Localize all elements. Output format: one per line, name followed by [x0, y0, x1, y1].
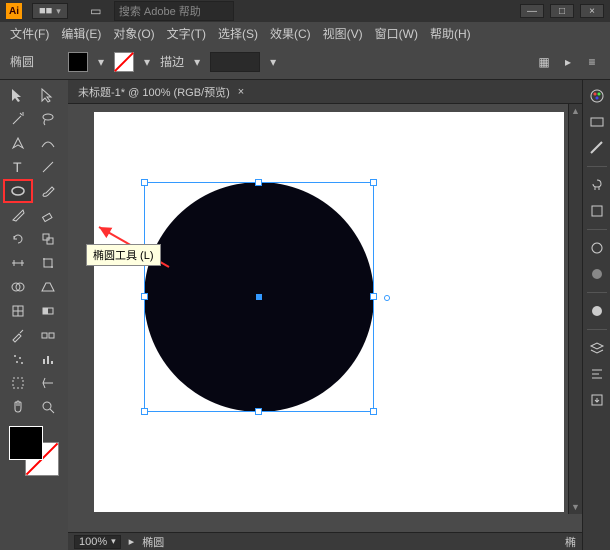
symbols-panel-icon[interactable] [587, 175, 607, 195]
shape-builder-tool[interactable] [4, 276, 32, 298]
line-tool[interactable] [34, 156, 62, 178]
stroke-style-input[interactable] [210, 52, 260, 72]
tool-panel: T [0, 80, 68, 550]
handle-mid-right[interactable] [370, 293, 377, 300]
tab-close-icon[interactable]: × [238, 86, 244, 98]
graphic-styles-panel-icon[interactable] [587, 264, 607, 284]
swatches-panel-icon[interactable] [587, 112, 607, 132]
blend-tool[interactable] [34, 324, 62, 346]
handle-top-right[interactable] [370, 179, 377, 186]
menu-select[interactable]: 选择(S) [214, 23, 262, 44]
free-transform-tool[interactable] [34, 252, 62, 274]
vertical-scrollbar[interactable] [568, 104, 582, 514]
artboard[interactable] [94, 112, 564, 512]
slice-tool[interactable] [34, 372, 62, 394]
nav-arrow-icon[interactable]: ▸ [129, 535, 135, 548]
stroke-label: 描边 [160, 53, 184, 70]
minimize-button[interactable]: — [520, 4, 544, 18]
handle-bot-left[interactable] [141, 408, 148, 415]
app-logo: Ai [6, 3, 22, 19]
paintbrush-tool[interactable] [34, 180, 62, 202]
fill-dd-arrow[interactable]: ▾ [98, 55, 104, 69]
status-tool-label: 椭圆 [142, 534, 164, 550]
width-tool[interactable] [4, 252, 32, 274]
eyedropper-tool[interactable] [4, 324, 32, 346]
handle-bot-right[interactable] [370, 408, 377, 415]
maximize-button[interactable]: □ [550, 4, 574, 18]
magic-wand-tool[interactable] [4, 108, 32, 130]
status-bar: 100% ▸ 椭圆 椭 [68, 532, 582, 550]
selection-tool[interactable] [4, 84, 32, 106]
asset-export-panel-icon[interactable] [587, 390, 607, 410]
zoom-dropdown[interactable]: 100% [74, 535, 121, 549]
menu-type[interactable]: 文字(T) [163, 23, 210, 44]
rotate-tool[interactable] [4, 228, 32, 250]
symbol-sprayer-tool[interactable] [4, 348, 32, 370]
curvature-tool[interactable] [34, 132, 62, 154]
stroke-swatch-none[interactable] [114, 52, 134, 72]
stroke-style-dd[interactable]: ▾ [270, 55, 276, 69]
fill-stroke-control[interactable] [9, 426, 59, 476]
menu-view[interactable]: 视图(V) [319, 23, 367, 44]
artboard-tool[interactable] [4, 372, 32, 394]
tool-name-label: 椭圆 [10, 53, 34, 70]
menu-effect[interactable]: 效果(C) [266, 23, 315, 44]
align-panel-icon[interactable] [587, 364, 607, 384]
workspace-dropdown[interactable]: ■■ [32, 3, 68, 19]
scale-tool[interactable] [34, 228, 62, 250]
stroke-dd-arrow[interactable]: ▾ [144, 55, 150, 69]
close-button[interactable]: × [580, 4, 604, 18]
ellipse-tool[interactable] [4, 180, 32, 202]
more-icon[interactable]: ≡ [584, 54, 600, 70]
menu-file[interactable]: 文件(F) [6, 23, 53, 44]
svg-text:T: T [13, 159, 22, 175]
center-point[interactable] [256, 294, 262, 300]
menu-bar: 文件(F) 编辑(E) 对象(O) 文字(T) 选择(S) 效果(C) 视图(V… [0, 22, 610, 44]
menu-help[interactable]: 帮助(H) [426, 23, 475, 44]
menu-object[interactable]: 对象(O) [109, 23, 158, 44]
zoom-tool[interactable] [34, 396, 62, 418]
appearance-panel-icon[interactable] [587, 238, 607, 258]
stroke-width-dd[interactable]: ▾ [194, 55, 200, 69]
status-right-label: 椭 [565, 534, 576, 550]
grid-icon[interactable]: ▦ [536, 54, 552, 70]
color-panel-icon[interactable] [587, 86, 607, 106]
handle-bot-mid[interactable] [255, 408, 262, 415]
eraser-tool[interactable] [34, 204, 62, 226]
search-input[interactable]: 搜索 Adobe 帮助 [114, 1, 234, 21]
options-bar: 椭圆 ▾ ▾ 描边 ▾ ▾ ▦ ▸ ≡ [0, 44, 610, 80]
layers-panel-icon[interactable] [587, 338, 607, 358]
tab-title: 未标题-1* @ 100% (RGB/预览) [78, 84, 230, 100]
document-area: 未标题-1* @ 100% (RGB/预览) × 椭圆工具 (L) [68, 80, 582, 550]
doc-icon[interactable]: ▭ [88, 3, 104, 19]
right-panel-dock [582, 80, 610, 550]
gradient-tool[interactable] [34, 300, 62, 322]
fill-color[interactable] [9, 426, 43, 460]
brushes-panel-icon[interactable] [587, 201, 607, 221]
menu-edit[interactable]: 编辑(E) [57, 23, 105, 44]
ellipse-tooltip: 椭圆工具 (L) [86, 244, 161, 266]
shaper-tool[interactable] [4, 204, 32, 226]
transparency-panel-icon[interactable] [587, 301, 607, 321]
stroke-panel-icon[interactable] [587, 138, 607, 158]
graph-tool[interactable] [34, 348, 62, 370]
perspective-tool[interactable] [34, 276, 62, 298]
live-corner-widget[interactable] [384, 295, 390, 301]
hand-tool[interactable] [4, 396, 32, 418]
lasso-tool[interactable] [34, 108, 62, 130]
canvas-viewport[interactable]: 椭圆工具 (L) [68, 104, 582, 532]
handle-top-mid[interactable] [255, 179, 262, 186]
fill-swatch[interactable] [68, 52, 88, 72]
pen-tool[interactable] [4, 132, 32, 154]
mesh-tool[interactable] [4, 300, 32, 322]
title-bar: Ai ■■ ▭ 搜索 Adobe 帮助 — □ × [0, 0, 610, 22]
direct-selection-tool[interactable] [34, 84, 62, 106]
type-tool[interactable]: T [4, 156, 32, 178]
handle-top-left[interactable] [141, 179, 148, 186]
handle-mid-left[interactable] [141, 293, 148, 300]
menu-window[interactable]: 窗口(W) [371, 23, 422, 44]
document-tab[interactable]: 未标题-1* @ 100% (RGB/预览) × [68, 80, 582, 104]
align-icon[interactable]: ▸ [560, 54, 576, 70]
